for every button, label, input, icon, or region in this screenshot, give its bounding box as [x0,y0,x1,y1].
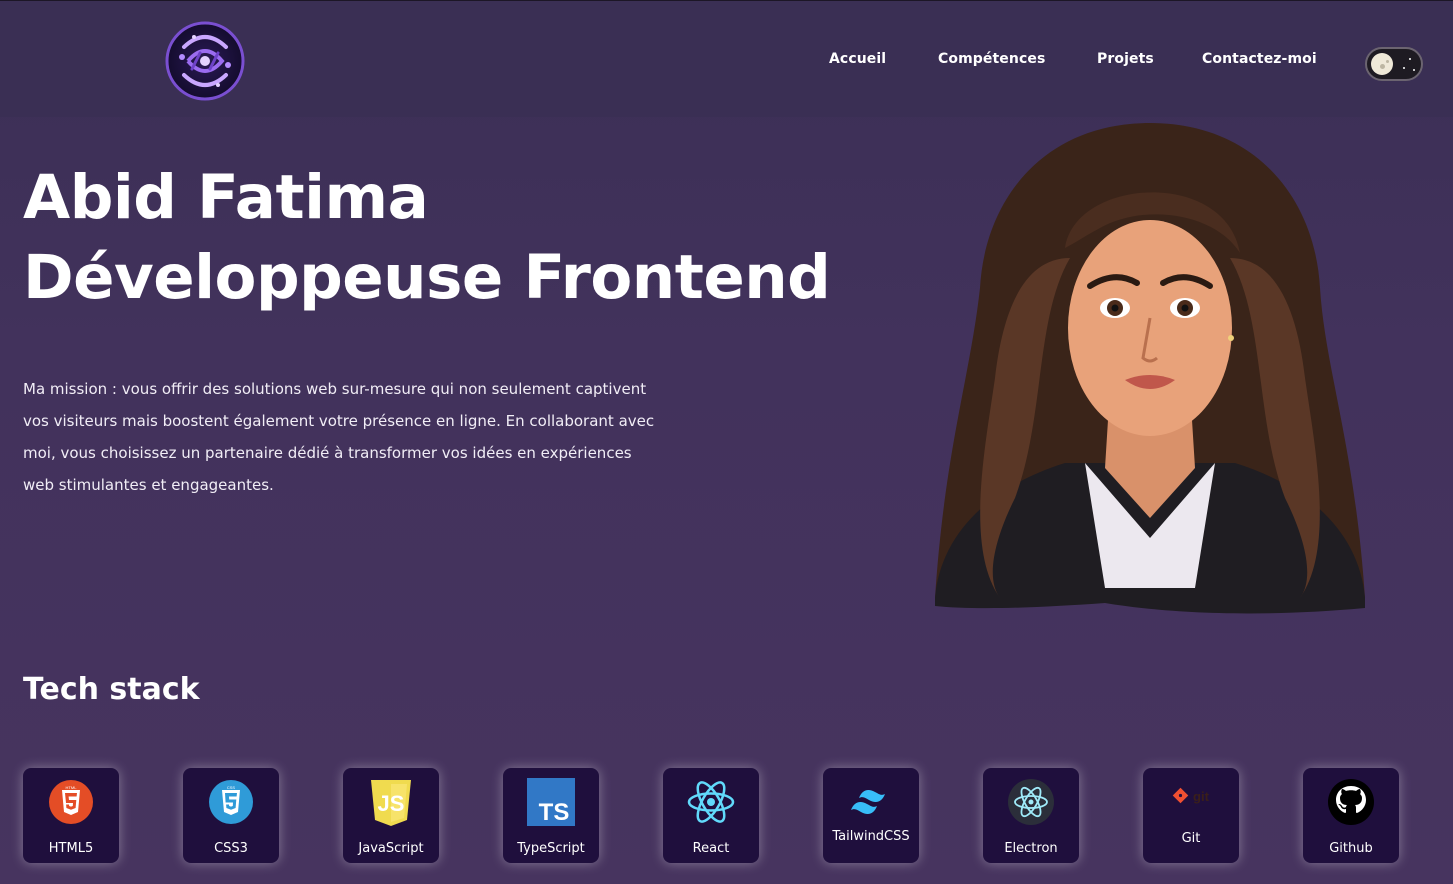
tech-tile-react[interactable]: React [663,768,759,863]
nav-link-contact[interactable]: Contactez-moi [1202,51,1317,67]
svg-text:CSS: CSS [227,785,236,790]
tech-tile-git[interactable]: git Git [1143,768,1239,863]
react-icon [687,778,735,826]
svg-text:JS: JS [378,791,405,816]
tech-tile-github[interactable]: Github [1303,768,1399,863]
tech-label: TailwindCSS [832,829,910,844]
tech-label: JavaScript [358,841,424,856]
tech-stack-title: Tech stack [23,672,200,707]
typescript-icon: TS [527,778,575,826]
mission-text: Ma mission : vous offrir des solutions w… [23,380,655,494]
nav-link-projets[interactable]: Projets [1097,51,1154,67]
tech-tile-css3[interactable]: CSS CSS3 [183,768,279,863]
tech-label: CSS3 [214,841,248,856]
tech-label: HTML5 [48,841,94,856]
nav-link-competences[interactable]: Compétences [938,51,1045,67]
theme-toggle[interactable] [1365,47,1423,81]
nav-link-accueil[interactable]: Accueil [829,51,886,67]
github-icon [1327,778,1375,826]
tech-label: Git [1181,831,1201,846]
html5-icon: HTML [47,778,95,826]
tech-tile-html5[interactable]: HTML HTML5 [23,768,119,863]
tech-tile-typescript[interactable]: TS TypeScript [503,768,599,863]
tech-label: React [692,841,730,856]
svg-text:HTML: HTML [66,785,78,790]
tech-label: TypeScript [517,841,585,856]
tech-label: Github [1329,841,1373,856]
svg-text:TS: TS [539,799,570,826]
moon-icon [1371,53,1393,75]
logo-icon[interactable] [164,17,246,105]
javascript-icon: JS [367,778,415,826]
tech-tile-electron[interactable]: Electron [983,768,1079,863]
git-icon: git [1167,784,1215,808]
svg-text:git: git [1193,789,1210,804]
site-header: Accueil Compétences Projets Contactez-mo… [0,1,1453,117]
tailwindcss-icon [847,778,895,826]
electron-icon [1007,778,1055,826]
tech-label: Electron [1004,841,1058,856]
css3-icon: CSS [207,778,255,826]
hero-role: Développeuse Frontend [23,242,831,313]
tech-tile-javascript[interactable]: JS JavaScript [343,768,439,863]
portrait-illustration [925,118,1375,623]
tech-tile-tailwindcss[interactable]: TailwindCSS [823,768,919,863]
hero-name: Abid Fatima [23,162,429,233]
